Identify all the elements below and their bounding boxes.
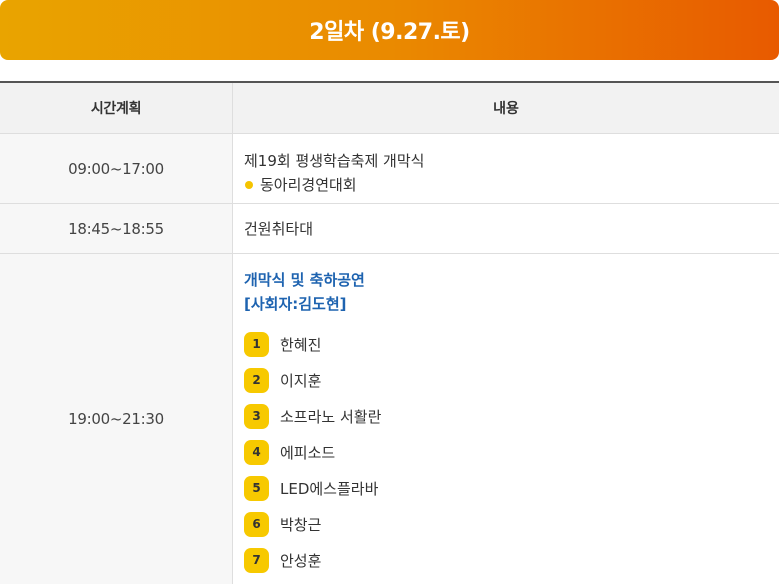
performer-name: 에피소드 (280, 443, 336, 462)
performer-name: 소프라노 서활란 (280, 407, 382, 426)
header-content: 내용 (233, 83, 779, 133)
performer-name: 박창근 (280, 515, 322, 534)
row-time: 19:00~21:30 (0, 254, 233, 584)
table-row: 09:00~17:00 제19회 평생학습축제 개막식 동아리경연대회 (0, 134, 779, 204)
number-badge: 5 (244, 475, 269, 501)
list-item: 6 박창근 (244, 506, 779, 542)
section-subheading: [사회자:김도현] (244, 295, 347, 313)
schedule-table: 시간계획 내용 09:00~17:00 제19회 평생학습축제 개막식 동아리경… (0, 81, 779, 584)
list-item: 1 한혜진 (244, 326, 779, 362)
event-bullet: 동아리경연대회 (244, 173, 779, 197)
bullet-label: 동아리경연대회 (260, 176, 357, 194)
day-banner: 2일차 (9.27.토) (0, 0, 779, 60)
row-content: 개막식 및 축하공연 [사회자:김도현] 1 한혜진 2 이지훈 3 소프라노 서활란… (233, 254, 779, 584)
performer-name: 한혜진 (280, 335, 322, 354)
number-badge: 7 (244, 547, 269, 573)
row-time: 09:00~17:00 (0, 134, 233, 203)
banner-title: 2일차 (9.27.토) (309, 20, 470, 45)
table-row: 19:00~21:30 개막식 및 축하공연 [사회자:김도현] 1 한혜진 2이… (0, 254, 779, 584)
list-item: 2 이지훈 (244, 362, 779, 398)
performer-name: 이지훈 (280, 371, 322, 390)
row-content: 건원취타대 (233, 204, 779, 253)
number-badge: 6 (244, 511, 269, 537)
row-content: 제19회 평생학습축제 개막식 동아리경연대회 (233, 134, 779, 203)
table-header-row: 시간계획 내용 (0, 83, 779, 134)
section-heading: 개막식 및 축하공연 (244, 271, 365, 289)
list-item: 3 소프라노 서활란 (244, 398, 779, 434)
number-badge: 4 (244, 439, 269, 465)
number-badge: 1 (244, 331, 269, 357)
event-title: 제19회 평생학습축제 개막식 (244, 152, 425, 170)
list-item: 5 LED에스플라바 (244, 470, 779, 506)
number-badge: 2 (244, 367, 269, 393)
list-item: 4 에피소드 (244, 434, 779, 470)
row-time: 18:45~18:55 (0, 204, 233, 253)
list-item: 7 안성훈 (244, 542, 779, 578)
performer-list: 1 한혜진 2 이지훈 3 소프라노 서활란 4 에피소드 5 LED에스플라바 6 박창근… (244, 326, 779, 578)
event-title: 건원취타대 (244, 220, 314, 238)
header-time: 시간계획 (0, 83, 233, 133)
number-badge: 3 (244, 403, 269, 429)
performer-name: 안성훈 (280, 551, 322, 570)
table-row: 18:45~18:55 건원취타대 (0, 204, 779, 254)
bullet-dot-icon (245, 181, 253, 189)
performer-name: LED에스플라바 (280, 479, 379, 498)
